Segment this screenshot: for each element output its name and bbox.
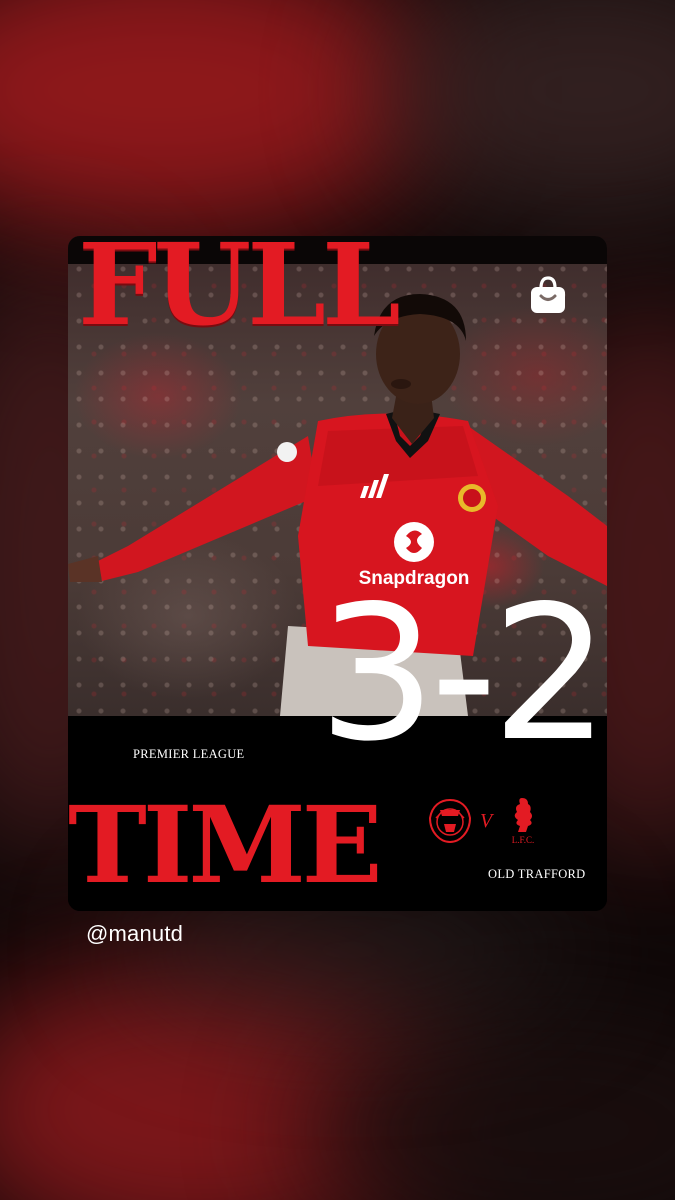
manchester-united-crest-icon [428, 798, 472, 844]
headline-time: TIME [68, 782, 383, 907]
liverpool-crest-icon: L.F.C. [512, 798, 535, 845]
competition-label: PREMIER LEAGUE [133, 747, 245, 761]
versus-label: V [480, 810, 493, 832]
post-card[interactable]: Snapdragon FULL TIME 3-2 PREMIER LEAGUE … [68, 236, 607, 911]
venue-label: OLD TRAFFORD [488, 867, 586, 881]
headline-full: FULL [78, 236, 401, 351]
account-handle[interactable]: @manutd [86, 921, 183, 947]
lfc-crest-text: L.F.C. [512, 835, 535, 845]
match-score: 3-2 [318, 565, 607, 782]
shopping-bag-icon[interactable] [526, 272, 570, 316]
